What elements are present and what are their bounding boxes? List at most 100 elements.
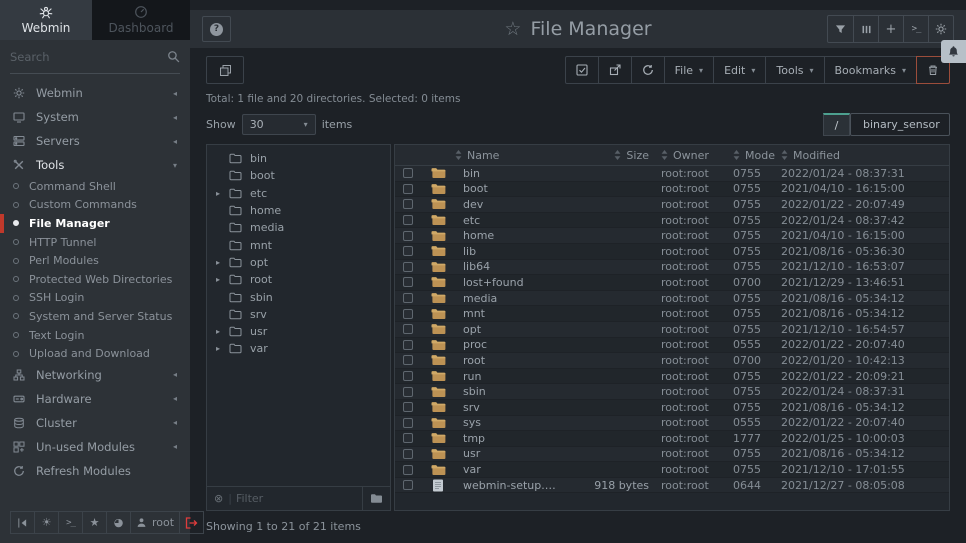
tree-filter-input[interactable] (236, 492, 362, 505)
file-name[interactable]: run (455, 370, 561, 383)
row-checkbox[interactable] (403, 371, 413, 381)
row-checkbox[interactable] (403, 355, 413, 365)
expand-caret-icon[interactable]: ▸ (216, 275, 229, 284)
table-row[interactable]: boot root:root 0755 2021/04/10 - 16:15:0… (395, 182, 949, 198)
row-checkbox[interactable] (403, 418, 413, 428)
file-name[interactable]: root (455, 354, 561, 367)
tab-dashboard[interactable]: Dashboard (92, 0, 190, 40)
tree-item[interactable]: ▸ opt (207, 254, 390, 271)
file-name[interactable]: sys (455, 416, 561, 429)
table-row[interactable]: mnt root:root 0755 2021/08/16 - 05:34:12 (395, 306, 949, 322)
expand-caret-icon[interactable]: ▸ (216, 258, 229, 267)
path-root-button[interactable]: / (823, 113, 850, 136)
terminal-toggle-button[interactable]: >_ (903, 16, 928, 42)
shell-button[interactable]: >_ (58, 511, 83, 534)
row-checkbox[interactable] (403, 340, 413, 350)
file-name[interactable]: etc (455, 214, 561, 227)
path-input[interactable] (850, 113, 950, 136)
submenu-item[interactable]: Protected Web Directories (0, 270, 190, 289)
column-header-size[interactable]: Size (561, 149, 661, 162)
file-name[interactable]: opt (455, 323, 561, 336)
tree-item[interactable]: ▸ home (207, 202, 390, 219)
tree-item[interactable]: ▸ etc (207, 185, 390, 202)
row-checkbox[interactable] (403, 387, 413, 397)
row-checkbox[interactable] (403, 480, 413, 490)
tree-item[interactable]: ▸ media (207, 219, 390, 236)
file-name[interactable]: tmp (455, 432, 561, 445)
copy-button[interactable] (206, 56, 244, 84)
submenu-item[interactable]: Upload and Download (0, 344, 190, 363)
file-name[interactable]: media (455, 292, 561, 305)
filter-clear-icon[interactable]: ⊗ (214, 492, 223, 505)
column-header-owner[interactable]: Owner (661, 149, 733, 162)
row-checkbox[interactable] (403, 277, 413, 287)
sidebar-item-networking[interactable]: Networking (0, 363, 190, 387)
tree-item[interactable]: ▸ bin (207, 150, 390, 167)
submenu-item[interactable]: File Manager (0, 214, 190, 233)
row-checkbox[interactable] (403, 184, 413, 194)
table-row[interactable]: media root:root 0755 2021/08/16 - 05:34:… (395, 291, 949, 307)
sidebar-item-system[interactable]: System (0, 105, 190, 129)
table-row[interactable]: opt root:root 0755 2021/12/10 - 16:54:57 (395, 322, 949, 338)
file-name[interactable]: var (455, 463, 561, 476)
file-name[interactable]: srv (455, 401, 561, 414)
file-name[interactable]: proc (455, 338, 561, 351)
bookmarks-menu-button[interactable]: Bookmarks ▾ (824, 57, 916, 83)
file-name[interactable]: lib64 (455, 260, 561, 273)
favorites-button[interactable]: ★ (82, 511, 107, 534)
tree-item[interactable]: ▸ usr (207, 323, 390, 340)
columns-button[interactable] (853, 16, 878, 42)
tree-item[interactable]: ▸ sbin (207, 288, 390, 305)
file-name[interactable]: usr (455, 447, 561, 460)
sidebar-item-hardware[interactable]: Hardware (0, 387, 190, 411)
expand-caret-icon[interactable]: ▸ (216, 327, 229, 336)
row-checkbox[interactable] (403, 262, 413, 272)
file-name[interactable]: bin (455, 167, 561, 180)
theme-palette-button[interactable]: ◕ (106, 511, 131, 534)
row-checkbox[interactable] (403, 449, 413, 459)
column-header-mode[interactable]: Mode (733, 149, 781, 162)
sidebar-item-webmin[interactable]: Webmin (0, 81, 190, 105)
submenu-item[interactable]: Text Login (0, 326, 190, 345)
submenu-item[interactable]: SSH Login (0, 289, 190, 308)
submenu-item[interactable]: Custom Commands (0, 196, 190, 215)
file-name[interactable]: lib (455, 245, 561, 258)
table-row[interactable]: webmin-setup.out 918 bytes root:root 064… (395, 478, 949, 494)
table-row[interactable]: sbin root:root 0755 2022/01/24 - 08:37:3… (395, 384, 949, 400)
select-toggle-button[interactable] (566, 57, 598, 83)
file-name[interactable]: mnt (455, 307, 561, 320)
file-name[interactable]: dev (455, 198, 561, 211)
add-button[interactable]: + (878, 16, 903, 42)
tools-menu-button[interactable]: Tools ▾ (765, 57, 823, 83)
user-button[interactable]: root (130, 511, 180, 534)
table-row[interactable]: sys root:root 0555 2022/01/22 - 20:07:40 (395, 416, 949, 432)
search-input[interactable] (10, 50, 167, 64)
refresh-button[interactable] (631, 57, 664, 83)
table-row[interactable]: tmp root:root 1777 2022/01/25 - 10:00:03 (395, 431, 949, 447)
file-name[interactable]: home (455, 229, 561, 242)
submenu-item[interactable]: System and Server Status (0, 307, 190, 326)
table-row[interactable]: lib64 root:root 0755 2021/12/10 - 16:53:… (395, 260, 949, 276)
tree-item[interactable]: ▸ srv (207, 306, 390, 323)
file-name[interactable]: sbin (455, 385, 561, 398)
table-row[interactable]: etc root:root 0755 2022/01/24 - 08:37:42 (395, 213, 949, 229)
filter-button[interactable] (828, 16, 853, 42)
sidebar-item-refresh-modules[interactable]: Refresh Modules (0, 459, 190, 483)
table-row[interactable]: home root:root 0755 2021/04/10 - 16:15:0… (395, 228, 949, 244)
submenu-item[interactable]: Perl Modules (0, 251, 190, 270)
tree-item[interactable]: ▸ var (207, 340, 390, 357)
tree-folder-button[interactable] (362, 487, 390, 510)
table-row[interactable]: lost+found root:root 0700 2021/12/29 - 1… (395, 275, 949, 291)
row-checkbox[interactable] (403, 433, 413, 443)
row-checkbox[interactable] (403, 231, 413, 241)
file-name[interactable]: webmin-setup.out (455, 479, 561, 492)
tree-item[interactable]: ▸ boot (207, 167, 390, 184)
row-checkbox[interactable] (403, 199, 413, 209)
row-checkbox[interactable] (403, 465, 413, 475)
sidebar-item-unused-modules[interactable]: Un-used Modules (0, 435, 190, 459)
submenu-item[interactable]: Command Shell (0, 177, 190, 196)
table-row[interactable]: proc root:root 0555 2022/01/22 - 20:07:4… (395, 338, 949, 354)
table-row[interactable]: root root:root 0700 2022/01/20 - 10:42:1… (395, 353, 949, 369)
table-row[interactable]: run root:root 0755 2022/01/22 - 20:09:21 (395, 369, 949, 385)
file-name[interactable]: lost+found (455, 276, 561, 289)
